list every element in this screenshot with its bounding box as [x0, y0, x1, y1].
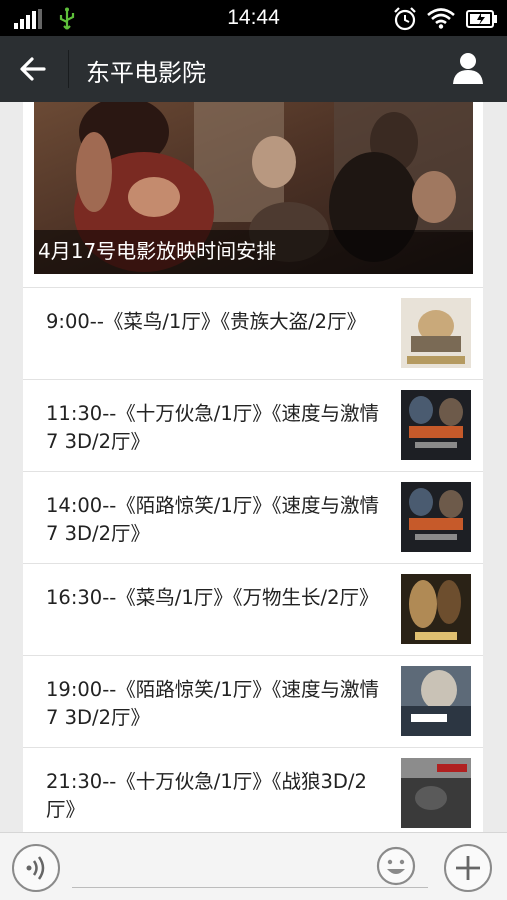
plus-icon — [456, 856, 480, 880]
list-item[interactable]: 19:00--《陌路惊笑/1厅》《速度与激情7 3D/2厅》 — [23, 656, 483, 748]
battery-icon — [466, 10, 497, 28]
message-input[interactable] — [72, 843, 428, 888]
schedule-text: 14:00--《陌路惊笑/1厅》《速度与激情7 3D/2厅》 — [46, 494, 379, 545]
list-item[interactable]: 9:00--《菜鸟/1厅》《贵族大盗/2厅》 — [23, 288, 483, 380]
list-item[interactable]: 16:30--《菜鸟/1厅》《万物生长/2厅》 — [23, 564, 483, 656]
movie-poster-thumbnail — [401, 482, 471, 552]
schedule-text: 9:00--《菜鸟/1厅》《贵族大盗/2厅》 — [46, 310, 367, 333]
emoji-icon[interactable] — [376, 846, 416, 886]
voice-button[interactable] — [12, 844, 60, 892]
movie-poster-thumbnail — [401, 390, 471, 460]
list-item[interactable]: 21:30--《十万伙急/1厅》《战狼3D/2厅》 — [23, 748, 483, 832]
cover-caption[interactable]: 4月17号电影放映时间安排 — [38, 235, 276, 264]
wifi-icon — [427, 8, 455, 29]
movie-poster-thumbnail — [401, 758, 471, 828]
status-bar: 14:44 — [0, 0, 507, 36]
cover-image[interactable]: 4月17号电影放映时间安排 — [34, 102, 473, 274]
input-bar — [0, 832, 507, 900]
schedule-text: 11:30--《十万伙急/1厅》《速度与激情7 3D/2厅》 — [46, 402, 379, 453]
arrow-left-icon[interactable] — [18, 54, 48, 84]
article-list: 4月17号电影放映时间安排 9:00--《菜鸟/1厅》《贵族大盗/2厅》 11:… — [23, 102, 483, 832]
movie-poster-thumbnail — [401, 574, 471, 644]
nav-divider — [68, 50, 69, 88]
movie-poster-thumbnail — [401, 298, 471, 368]
schedule-text: 19:00--《陌路惊笑/1厅》《速度与激情7 3D/2厅》 — [46, 678, 379, 729]
plus-button[interactable] — [444, 844, 492, 892]
voice-icon — [26, 856, 45, 880]
list-item[interactable]: 14:00--《陌路惊笑/1厅》《速度与激情7 3D/2厅》 — [23, 472, 483, 564]
page-title: 东平电影院 — [86, 59, 206, 87]
list-item[interactable]: 11:30--《十万伙急/1厅》《速度与激情7 3D/2厅》 — [23, 380, 483, 472]
alarm-icon — [394, 7, 416, 31]
movie-poster-thumbnail — [401, 666, 471, 736]
schedule-text: 21:30--《十万伙急/1厅》《战狼3D/2厅》 — [46, 770, 367, 821]
nav-bar: 东平电影院 — [0, 36, 507, 102]
person-icon[interactable] — [450, 50, 486, 86]
schedule-text: 16:30--《菜鸟/1厅》《万物生长/2厅》 — [46, 586, 379, 609]
